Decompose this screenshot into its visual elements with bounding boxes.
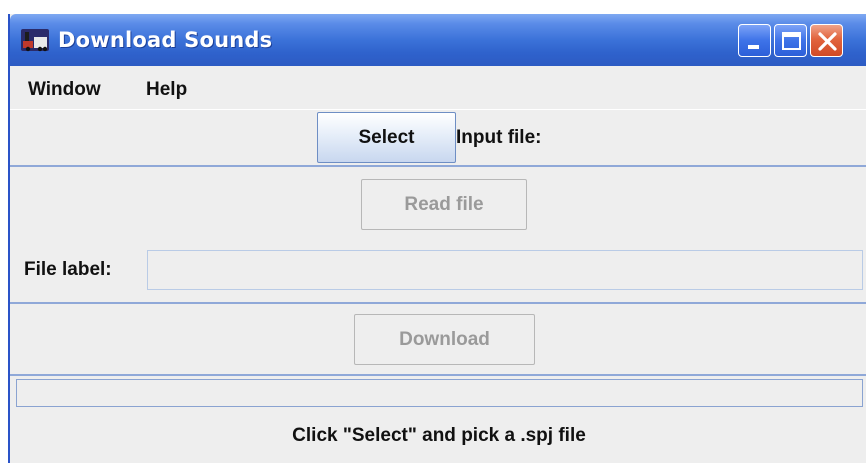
minimize-button[interactable] [738,24,771,57]
minimize-icon [748,45,759,49]
close-button[interactable] [810,24,843,57]
app-icon [20,27,50,53]
maximize-button[interactable] [774,24,807,57]
download-sounds-window: Download Sounds Window Help Select Input… [8,14,866,463]
panel-divider [10,165,866,167]
menu-help[interactable]: Help [146,79,187,101]
select-button[interactable]: Select [317,112,456,163]
read-file-button[interactable]: Read file [361,179,527,230]
maximize-icon [782,32,801,50]
file-label-field[interactable] [147,250,863,290]
file-label-caption: File label: [24,259,112,280]
panel-divider [10,374,866,376]
menu-bar: Window Help [10,66,866,110]
close-icon [818,32,837,51]
menu-window[interactable]: Window [28,79,101,101]
panel-divider [10,302,866,304]
progress-bar [16,379,863,407]
status-message: Click "Select" and pick a .spj file [292,425,586,446]
download-button[interactable]: Download [354,314,535,365]
input-file-label: Input file: [456,127,542,148]
window-title: Download Sounds [58,28,273,52]
title-bar[interactable]: Download Sounds [10,14,866,66]
